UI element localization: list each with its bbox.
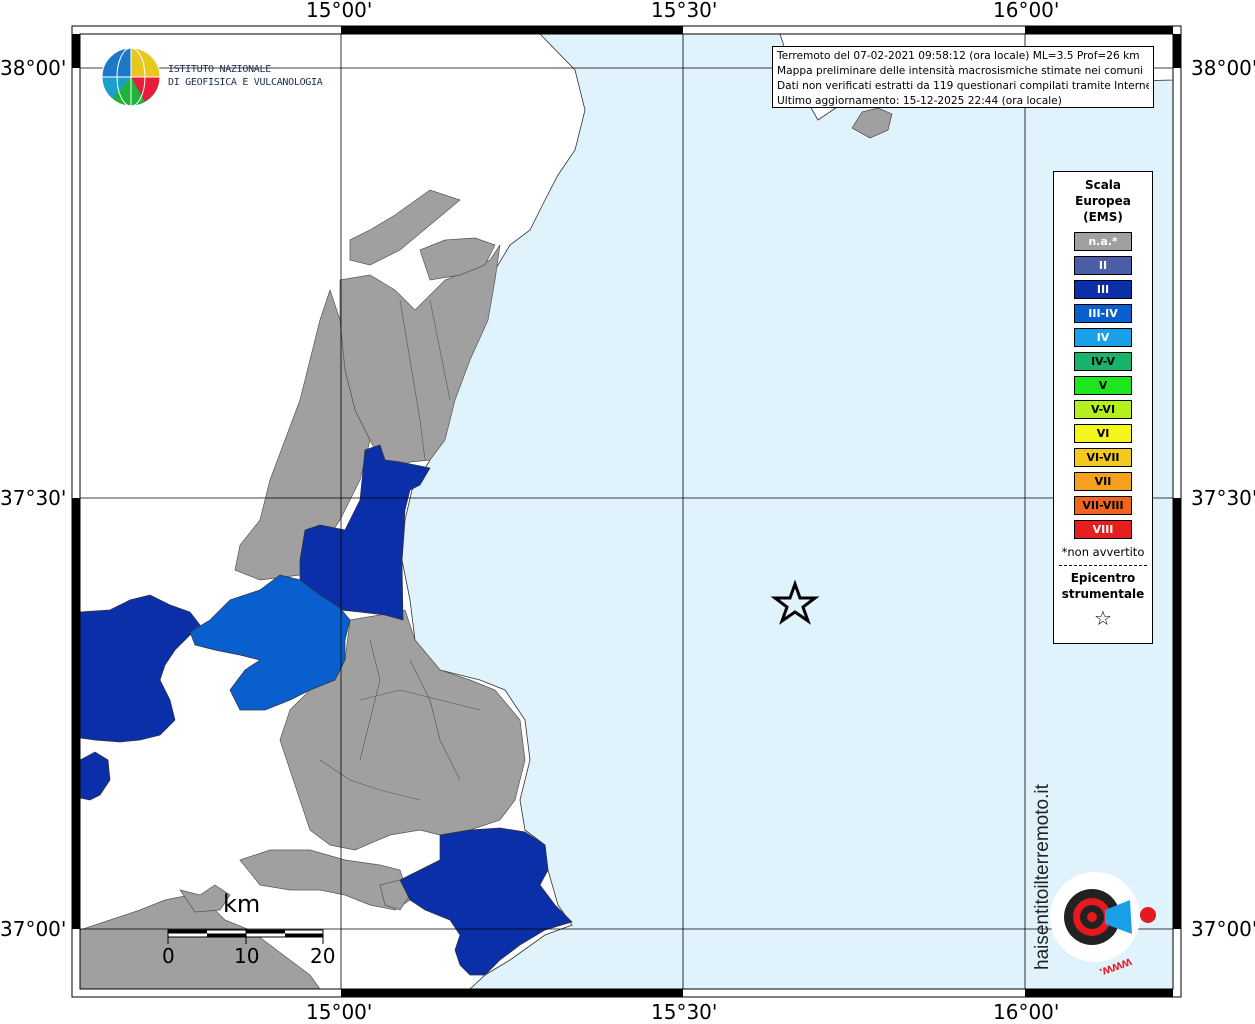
legend-epi-line2: strumentale [1061,587,1145,601]
ingv-logo-line1: ISTITUTO NAZIONALE [168,64,271,75]
legend-epicenter-label: Epicentro strumentale [1054,570,1152,602]
top-lon-label: 15°00' [306,0,373,22]
legend-item: VII [1074,472,1132,491]
top-lon-label: 16°00' [993,0,1060,22]
legend-item: III [1074,280,1132,299]
legend-item: IV [1074,328,1132,347]
scale-tick-label: 0 [162,944,175,968]
legend-separator [1059,565,1147,566]
legend-item: VI-VII [1074,448,1132,467]
legend-item: IV-V [1074,352,1132,371]
scale-tick-label: 10 [234,944,260,968]
legend-note: *non avvertito [1061,545,1145,559]
bottom-lon-label: 15°00' [306,1000,373,1024]
haisentito-logo-text: haisentitoilterremoto.it [1032,783,1053,970]
legend-item: V-VI [1074,400,1132,419]
legend-item: n.a.* [1074,232,1132,251]
ingv-logo: ISTITUTO NAZIONALE DI GEOFISICA E VULCAN… [100,47,330,109]
top-lon-label: 15°30' [651,0,718,22]
ems-legend: Scala Europea (EMS) n.a.* II III III-IV IV IV… [1053,171,1153,644]
left-lat-label: 38°00' [0,56,67,80]
earthquake-info-box: Terremoto del 07-02-2021 09:58:12 (ora l… [772,46,1154,108]
legend-item: VI [1074,424,1132,443]
scale-unit: km [223,890,261,918]
scale-tick-label: 20 [310,944,336,968]
right-lat-label: 37°30' [1191,486,1255,510]
legend-title-line1: Scala [1084,178,1122,192]
ingv-logo-line2: DI GEOFISICA E VULCANOLOGIA [168,77,323,88]
legend-item: VII-VIII [1074,496,1132,515]
bottom-lon-label: 16°00' [993,1000,1060,1024]
info-line-updated: Ultimo aggiornamento: 15-12-2025 22:44 (… [777,95,1062,107]
right-lat-label: 37°00' [1191,917,1255,941]
legend-title-line2: Europea [1075,194,1131,208]
legend-item: III-IV [1074,304,1132,323]
legend-item: V [1074,376,1132,395]
bottom-lon-label: 15°30' [651,1000,718,1024]
left-lat-label: 37°30' [0,486,67,510]
legend-epi-line1: Epicentro [1070,571,1136,585]
legend-item: II [1074,256,1132,275]
legend-item: VIII [1074,520,1132,539]
legend-title: Scala Europea (EMS) [1054,177,1152,225]
left-lat-label: 37°00' [0,917,67,941]
info-line-description: Mappa preliminare delle intensità macros… [777,65,1144,77]
scale-bar: km 0 10 20 [160,890,340,970]
legend-items: n.a.* II III III-IV IV IV-V V V-VI VI VI-VII VII VI… [1054,232,1152,539]
right-lat-label: 38°00' [1191,56,1255,80]
info-line-source: Dati non verificati estratti da 119 ques… [777,80,1149,92]
info-line-event: Terremoto del 07-02-2021 09:58:12 (ora l… [777,50,1140,62]
legend-title-line3: (EMS) [1083,210,1123,224]
legend-star-icon: ☆ [1094,606,1112,630]
